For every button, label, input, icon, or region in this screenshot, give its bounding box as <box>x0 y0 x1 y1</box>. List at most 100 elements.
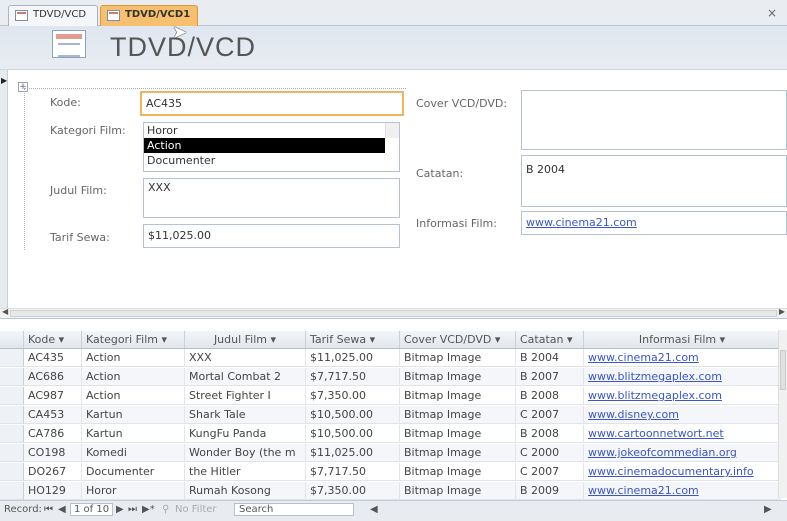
cell-kategori[interactable]: Kartun <box>82 406 185 424</box>
table-row[interactable]: AC686 Action Mortal Combat 2 $7,717.50 Bitma… <box>0 368 781 386</box>
scroll-right-icon[interactable]: ▶ <box>779 307 785 316</box>
cell-tarif[interactable]: $7,717.50 <box>306 368 400 386</box>
table-row[interactable]: CA786 Kartun KungFu Panda $10,500.00 Bitmap … <box>0 425 781 443</box>
cell-informasi[interactable]: www.cartoonnetwort.net <box>584 425 781 443</box>
info-link[interactable]: www.cinema21.com <box>526 216 637 229</box>
cell-kode[interactable]: CO198 <box>24 444 82 462</box>
info-link[interactable]: www.cinema21.com <box>588 351 699 364</box>
first-record-icon[interactable]: ⏮ <box>44 504 53 515</box>
cell-judul[interactable]: Wonder Boy (the m <box>185 444 306 462</box>
filter-icon[interactable]: ⚲ <box>162 504 169 515</box>
judul-field[interactable]: XXX <box>143 178 400 218</box>
cell-kode[interactable]: CA453 <box>24 406 82 424</box>
cell-catatan[interactable]: C 2007 <box>516 406 584 424</box>
cell-judul[interactable]: the Hitler <box>185 463 306 481</box>
cell-cover[interactable]: Bitmap Image <box>400 349 516 367</box>
row-selector[interactable] <box>0 425 24 443</box>
cell-informasi[interactable]: www.blitzmegaplex.com <box>584 387 781 405</box>
info-link[interactable]: www.cinemadocumentary.info <box>588 465 754 478</box>
catatan-field[interactable]: B 2004 <box>521 155 787 207</box>
last-record-icon[interactable]: ⏭ <box>128 504 137 515</box>
info-link[interactable]: www.cartoonnetwort.net <box>588 427 724 440</box>
new-record-icon[interactable]: ▶* <box>142 504 155 515</box>
cell-tarif[interactable]: $7,350.00 <box>306 387 400 405</box>
cell-catatan[interactable]: C 2007 <box>516 463 584 481</box>
row-selector[interactable] <box>0 463 24 481</box>
kode-field[interactable]: AC435 <box>140 91 404 116</box>
cell-cover[interactable]: Bitmap Image <box>400 368 516 386</box>
cell-catatan[interactable]: B 2004 <box>516 349 584 367</box>
scroll-thumb[interactable] <box>10 310 777 317</box>
cell-cover[interactable]: Bitmap Image <box>400 425 516 443</box>
kategori-listbox[interactable]: Horor Action Documenter <box>143 122 400 172</box>
cell-informasi[interactable]: www.cinema21.com <box>584 482 781 500</box>
column-header-kategori[interactable]: Kategori Film ▾ <box>82 331 185 349</box>
form-horizontal-scrollbar[interactable]: ◀ ▶ <box>0 307 787 318</box>
cell-catatan[interactable]: B 2008 <box>516 425 584 443</box>
info-link[interactable]: www.blitzmegaplex.com <box>588 370 722 383</box>
datasheet-vertical-scrollbar[interactable] <box>778 330 787 498</box>
cell-informasi[interactable]: www.jokeofcommedian.org <box>584 444 781 462</box>
record-position-field[interactable]: 1 of 10 <box>70 503 114 516</box>
cell-kode[interactable]: AC686 <box>24 368 82 386</box>
search-box[interactable]: Search <box>234 503 354 516</box>
nav-scroll-right-icon[interactable]: ▶ <box>764 504 772 515</box>
table-row[interactable]: CO198 Komedi Wonder Boy (the m $11,025.00 Bi… <box>0 444 781 462</box>
cell-kategori[interactable]: Kartun <box>82 425 185 443</box>
cell-catatan[interactable]: B 2008 <box>516 387 584 405</box>
cell-kode[interactable]: AC987 <box>24 387 82 405</box>
scroll-left-icon[interactable]: ◀ <box>2 307 8 316</box>
row-selector[interactable] <box>0 406 24 424</box>
listbox-scrollbar[interactable] <box>385 123 399 138</box>
cell-tarif[interactable]: $7,717.50 <box>306 463 400 481</box>
cell-kategori[interactable]: Action <box>82 387 185 405</box>
column-header-catatan[interactable]: Catatan ▾ <box>516 331 584 349</box>
cell-informasi[interactable]: www.blitzmegaplex.com <box>584 368 781 386</box>
column-header-informasi[interactable]: Informasi Film ▾ <box>584 331 781 349</box>
cell-judul[interactable]: Street Fighter I <box>185 387 306 405</box>
scroll-thumb[interactable] <box>780 350 786 390</box>
cell-kategori[interactable]: Action <box>82 368 185 386</box>
kategori-option[interactable]: Documenter <box>144 153 399 168</box>
tab-tdvd-vcd[interactable]: TDVD/VCD <box>8 5 98 26</box>
cell-catatan[interactable]: B 2007 <box>516 368 584 386</box>
cell-judul[interactable]: Mortal Combat 2 <box>185 368 306 386</box>
cell-kode[interactable]: HO129 <box>24 482 82 500</box>
table-row[interactable]: AC435 Action XXX $11,025.00 Bitmap Image B 20… <box>0 349 781 367</box>
nav-scroll-left-icon[interactable]: ◀ <box>370 504 378 515</box>
cover-field[interactable] <box>521 90 787 150</box>
prev-record-icon[interactable]: ◀ <box>58 504 66 515</box>
info-link[interactable]: www.blitzmegaplex.com <box>588 389 722 402</box>
cell-judul[interactable]: XXX <box>185 349 306 367</box>
select-all-corner[interactable] <box>0 331 24 349</box>
cell-kategori[interactable]: Action <box>82 349 185 367</box>
cell-tarif[interactable]: $7,350.00 <box>306 482 400 500</box>
close-icon[interactable]: × <box>767 6 777 20</box>
cell-kode[interactable]: DO267 <box>24 463 82 481</box>
cell-tarif[interactable]: $11,025.00 <box>306 444 400 462</box>
cell-cover[interactable]: Bitmap Image <box>400 463 516 481</box>
column-header-tarif[interactable]: Tarif Sewa ▾ <box>306 331 400 349</box>
next-record-icon[interactable]: ▶ <box>116 504 124 515</box>
column-header-kode[interactable]: Kode ▾ <box>24 331 82 349</box>
tarif-field[interactable]: $11,025.00 <box>143 224 400 248</box>
cell-cover[interactable]: Bitmap Image <box>400 444 516 462</box>
cell-kategori[interactable]: Documenter <box>82 463 185 481</box>
cell-tarif[interactable]: $10,500.00 <box>306 406 400 424</box>
row-selector[interactable] <box>0 444 24 462</box>
row-selector[interactable] <box>0 368 24 386</box>
kategori-option-selected[interactable]: Action <box>144 138 385 153</box>
cell-cover[interactable]: Bitmap Image <box>400 482 516 500</box>
cell-informasi[interactable]: www.disney.com <box>584 406 781 424</box>
table-row[interactable]: AC987 Action Street Fighter I $7,350.00 Bitm… <box>0 387 781 405</box>
cell-tarif[interactable]: $11,025.00 <box>306 349 400 367</box>
cell-cover[interactable]: Bitmap Image <box>400 387 516 405</box>
table-row[interactable]: DO267 Documenter the Hitler $7,717.50 Bitmap… <box>0 463 781 481</box>
column-header-cover[interactable]: Cover VCD/DVD ▾ <box>400 331 516 349</box>
kategori-option[interactable]: Horor <box>144 123 399 138</box>
column-header-judul[interactable]: Judul Film ▾ <box>185 331 306 349</box>
info-link[interactable]: www.jokeofcommedian.org <box>588 446 737 459</box>
cell-catatan[interactable]: B 2009 <box>516 482 584 500</box>
table-row[interactable]: CA453 Kartun Shark Tale $10,500.00 Bitmap Im… <box>0 406 781 424</box>
table-row[interactable]: HO129 Horor Rumah Kosong $7,350.00 Bitmap Im… <box>0 482 781 500</box>
